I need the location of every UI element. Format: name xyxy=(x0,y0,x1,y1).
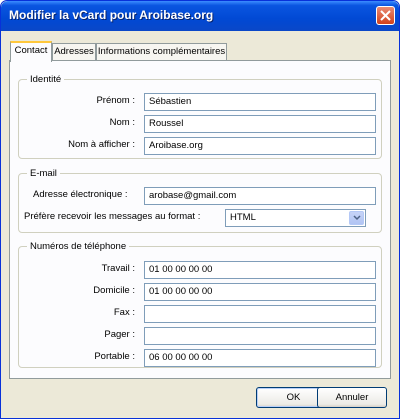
first-name-field[interactable]: Sébastien xyxy=(144,93,376,111)
display-name-field[interactable]: Aroibase.org xyxy=(144,137,376,155)
phone-group: Numéros de téléphone Travail : 01 00 00 … xyxy=(18,241,382,368)
last-name-label: Nom : xyxy=(109,117,135,128)
close-button[interactable] xyxy=(376,6,395,25)
display-name-label: Nom à afficher : xyxy=(68,139,135,150)
vcard-dialog: Modifier la vCard pour Aroibase.org Cont… xyxy=(0,0,400,419)
phone-group-title: Numéros de téléphone xyxy=(27,241,130,252)
fax-label: Fax : xyxy=(113,307,135,318)
tab-additional-info[interactable]: Informations complémentaires xyxy=(96,43,227,60)
fax-field[interactable] xyxy=(144,305,376,323)
tab-contact[interactable]: Contact xyxy=(10,41,52,62)
tab-addresses[interactable]: Adresses xyxy=(52,43,96,60)
email-address-field[interactable]: arobase@gmail.com xyxy=(144,187,376,205)
title-bar[interactable]: Modifier la vCard pour Aroibase.org xyxy=(1,1,399,31)
work-phone-field[interactable]: 01 00 00 00 00 xyxy=(144,261,376,279)
last-name-field[interactable]: Roussel xyxy=(144,115,376,133)
work-phone-label: Travail : xyxy=(101,263,135,274)
identity-group: Identité Prénom : Sébastien Nom : Rousse… xyxy=(18,74,382,159)
mail-format-select[interactable]: HTML xyxy=(225,209,366,227)
home-phone-label: Domicile : xyxy=(93,285,135,296)
mobile-phone-field[interactable]: 06 00 00 00 00 xyxy=(144,349,376,367)
email-group: E-mail Adresse électronique : arobase@gm… xyxy=(18,168,382,233)
email-address-label: Adresse électronique : xyxy=(33,189,128,200)
mail-format-value: HTML xyxy=(230,212,256,223)
mail-format-label: Préfère recevoir les messages au format … xyxy=(24,211,201,222)
mobile-phone-label: Portable : xyxy=(94,351,135,362)
tab-panel-contact: Identité Prénom : Sébastien Nom : Rousse… xyxy=(9,60,391,379)
window-title: Modifier la vCard pour Aroibase.org xyxy=(9,8,214,22)
email-group-title: E-mail xyxy=(27,168,60,179)
home-phone-field[interactable]: 01 00 00 00 00 xyxy=(144,283,376,301)
pager-label: Pager : xyxy=(104,329,135,340)
identity-group-title: Identité xyxy=(27,74,65,85)
first-name-label: Prénom : xyxy=(96,95,135,106)
chevron-down-icon xyxy=(353,215,361,221)
cancel-button[interactable]: Annuler xyxy=(317,387,387,408)
close-icon xyxy=(380,10,391,21)
dropdown-button[interactable] xyxy=(349,211,364,225)
pager-field[interactable] xyxy=(144,327,376,345)
